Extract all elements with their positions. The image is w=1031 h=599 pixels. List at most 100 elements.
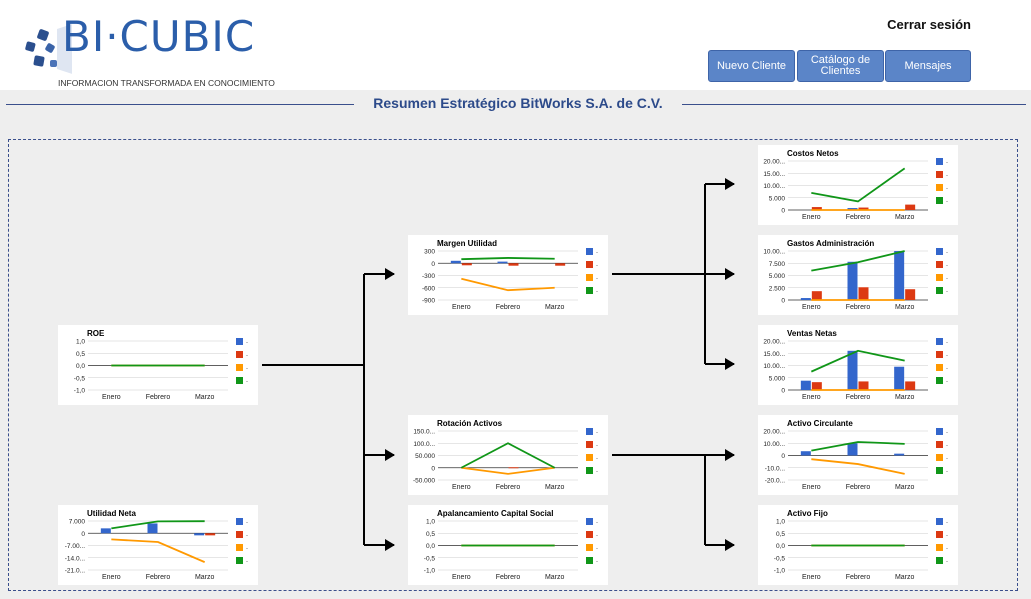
x-tick-label: Febrero xyxy=(846,484,871,491)
legend-swatch xyxy=(236,557,243,564)
x-tick-label: Enero xyxy=(802,214,821,221)
legend-label: - xyxy=(946,520,948,526)
series-line xyxy=(461,277,555,292)
legend-swatch xyxy=(936,531,943,538)
y-tick-label: 0 xyxy=(431,465,435,472)
legend-label: - xyxy=(596,469,598,475)
bar xyxy=(905,381,916,390)
legend-swatch xyxy=(236,544,243,551)
legend-swatch xyxy=(236,338,243,345)
legend-swatch xyxy=(586,467,593,474)
legend-label: - xyxy=(946,366,948,372)
x-tick-label: Enero xyxy=(802,574,821,581)
bar xyxy=(194,533,205,536)
y-tick-label: -21.0... xyxy=(65,568,85,575)
y-tick-label: 0 xyxy=(781,453,785,460)
x-tick-label: Marzo xyxy=(895,214,915,221)
legend-swatch xyxy=(936,274,943,281)
legend-label: - xyxy=(596,443,598,449)
legend-label: - xyxy=(946,173,948,179)
legend-swatch xyxy=(236,377,243,384)
y-tick-label: 10.00... xyxy=(763,441,785,448)
x-tick-label: Marzo xyxy=(545,484,565,491)
x-tick-label: Enero xyxy=(802,484,821,491)
legend-swatch xyxy=(586,518,593,525)
legend-swatch xyxy=(936,197,943,204)
chart-svg: Gastos Administración10.00... 7.500 5.000 2… xyxy=(763,239,948,311)
legend-swatch xyxy=(236,531,243,538)
legend-swatch xyxy=(936,557,943,564)
y-tick-label: 1,0 xyxy=(426,519,435,526)
bar xyxy=(461,263,472,266)
x-tick-label: Marzo xyxy=(895,574,915,581)
legend-swatch xyxy=(586,428,593,435)
legend-label: - xyxy=(946,340,948,346)
legend-label: - xyxy=(946,276,948,282)
bar xyxy=(800,451,811,456)
y-tick-label: 10.00... xyxy=(763,183,785,190)
x-tick-label: Enero xyxy=(452,574,471,581)
x-tick-label: Enero xyxy=(802,394,821,401)
chart-title: Apalancamiento Capital Social xyxy=(437,509,553,518)
legend-swatch xyxy=(936,158,943,165)
y-tick-label: 0 xyxy=(431,261,435,268)
y-tick-label: 0,0 xyxy=(426,543,435,550)
legend-swatch xyxy=(936,467,943,474)
bar xyxy=(205,533,216,536)
legend-label: - xyxy=(946,353,948,359)
chart-svg: Activo Fijo1,0 0,5 0,0 -0,5 -1,0 Enero Febrero… xyxy=(774,509,948,581)
bar xyxy=(905,289,916,300)
chart-svg: Margen Utilidad300 0 -300 -600 -900 Enero Febr… xyxy=(422,239,598,311)
chart-svg: Costos Netos20.00... 15.00... 10.00... 5.00… xyxy=(763,149,948,221)
y-tick-label: -10.0... xyxy=(765,465,785,472)
legend-swatch xyxy=(586,441,593,448)
series-line xyxy=(811,250,905,272)
chart-title: Utilidad Neta xyxy=(87,509,136,518)
y-tick-label: 20.00... xyxy=(763,429,785,436)
legend-label: - xyxy=(946,559,948,565)
y-tick-label: 1,0 xyxy=(76,339,85,346)
chart-margen-utilidad: Margen Utilidad 300 0 -300 -600 -900 Enero Febr… xyxy=(408,235,608,315)
y-tick-label: -300 xyxy=(422,273,435,280)
x-tick-label: Febrero xyxy=(496,304,521,311)
y-tick-label: 15.00... xyxy=(763,171,785,178)
y-tick-label: 2.500 xyxy=(769,285,786,292)
legend-label: - xyxy=(596,533,598,539)
legend-label: - xyxy=(946,160,948,166)
series-line xyxy=(810,349,905,373)
x-tick-label: Febrero xyxy=(496,484,521,491)
y-tick-label: -50.000 xyxy=(413,478,435,485)
legend-swatch xyxy=(936,441,943,448)
y-tick-label: 100.0... xyxy=(413,441,435,448)
x-tick-label: Marzo xyxy=(195,394,215,401)
legend-label: - xyxy=(596,289,598,295)
legend-label: - xyxy=(946,533,948,539)
chart-title: Rotación Activos xyxy=(437,419,503,428)
y-tick-label: 0,5 xyxy=(76,351,85,358)
legend-swatch xyxy=(936,454,943,461)
y-tick-label: 0 xyxy=(781,298,785,305)
y-tick-label: 0,0 xyxy=(76,363,85,370)
y-tick-label: 20.00... xyxy=(763,159,785,166)
x-tick-label: Enero xyxy=(102,574,121,581)
x-tick-label: Enero xyxy=(452,484,471,491)
bar xyxy=(800,298,811,300)
legend-label: - xyxy=(946,199,948,205)
x-tick-label: Febrero xyxy=(146,394,171,401)
chart-rotacion-activos: Rotación Activos 150.0... 100.0... 50.000 0 -… xyxy=(408,415,608,495)
legend-swatch xyxy=(936,287,943,294)
y-tick-label: 0 xyxy=(81,531,85,538)
legend-swatch xyxy=(586,274,593,281)
y-tick-label: 300 xyxy=(424,249,435,256)
chart-utilidad-neta: Utilidad Neta 7.000 0 -7.00... -14.0... -21.0… xyxy=(58,505,258,585)
legend-label: - xyxy=(246,353,248,359)
bar xyxy=(100,528,111,534)
y-tick-label: -14.0... xyxy=(65,555,85,562)
legend-label: - xyxy=(596,546,598,552)
chart-ventas-netas: Ventas Netas 20.00... 15.00... 10.00... 5.00… xyxy=(758,325,958,405)
chart-title: Gastos Administración xyxy=(787,239,874,248)
legend-label: - xyxy=(946,263,948,269)
legend-label: - xyxy=(246,520,248,526)
legend-swatch xyxy=(936,171,943,178)
legend-swatch xyxy=(236,351,243,358)
